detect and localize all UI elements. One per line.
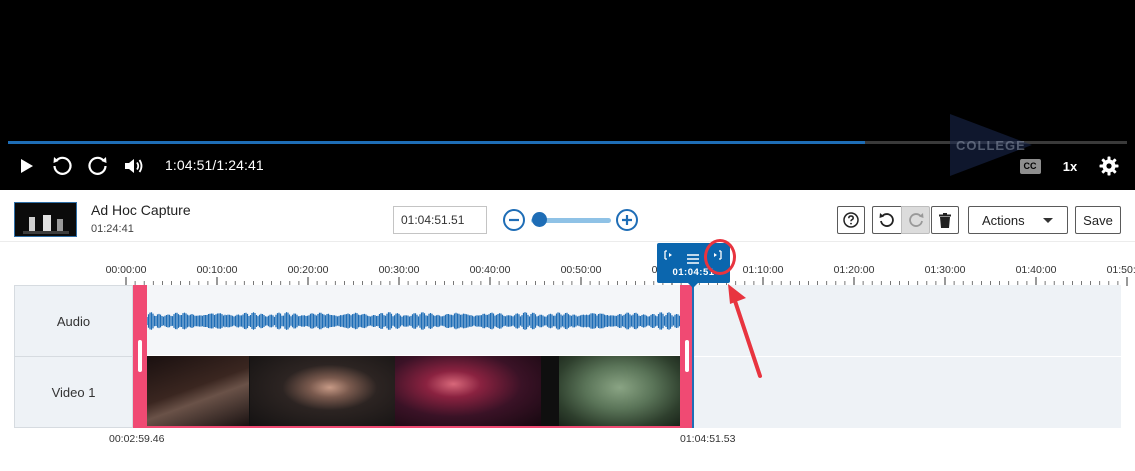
- progress-fill: [8, 141, 866, 144]
- ruler-tick-label: 00:10:00: [196, 264, 238, 276]
- zoom-out-button[interactable]: [502, 208, 526, 232]
- playback-speed-button[interactable]: 1x: [1058, 156, 1082, 176]
- forward-button[interactable]: [85, 153, 111, 179]
- ruler-tick-label: 00:50:00: [560, 264, 602, 276]
- zoom-slider-thumb[interactable]: [532, 212, 547, 227]
- editor-toolbar: Ad Hoc Capture 01:24:41 Actions: [0, 190, 1135, 242]
- delete-button[interactable]: [931, 206, 959, 234]
- mark-in-icon: [664, 250, 672, 260]
- forward-icon: [88, 156, 107, 175]
- selected-clip[interactable]: [133, 285, 694, 428]
- volume-icon: [125, 159, 143, 173]
- settings-button[interactable]: [1097, 154, 1121, 178]
- ruler-tick-label: 01:30:00: [924, 264, 966, 276]
- video-player[interactable]: 1:04:51/1:24:41 COLLEGE CC 1x: [0, 0, 1135, 190]
- mark-in-button[interactable]: [664, 250, 676, 262]
- redo-icon: [908, 213, 923, 227]
- video-frame: [250, 356, 395, 426]
- app-root: 1:04:51/1:24:41 COLLEGE CC 1x Ad Hoc Cap…: [0, 0, 1135, 471]
- clip-start-time: 00:02:59.46: [109, 433, 165, 445]
- redo-button[interactable]: [901, 206, 930, 234]
- rewind-button[interactable]: [49, 153, 75, 179]
- timecode-input[interactable]: [393, 206, 487, 234]
- rewind-icon: [53, 156, 72, 175]
- help-button[interactable]: [837, 206, 865, 234]
- actions-dropdown[interactable]: Actions: [968, 206, 1068, 234]
- menu-icon: [687, 254, 699, 264]
- actions-label: Actions: [982, 212, 1025, 228]
- waveform-graphic: [146, 312, 681, 330]
- video-filmstrip: [147, 356, 680, 426]
- ruler-tick-label: 01:40:00: [1015, 264, 1057, 276]
- capture-thumbnail: [14, 202, 77, 237]
- annotation-circle: [704, 239, 736, 275]
- playhead-pointer: [687, 282, 699, 288]
- zoom-in-button[interactable]: [615, 208, 639, 232]
- ruler-tick-label: 00:40:00: [469, 264, 511, 276]
- gear-icon: [1099, 156, 1119, 176]
- playhead-menu-button[interactable]: [686, 251, 700, 264]
- play-button[interactable]: [16, 154, 38, 178]
- audio-waveform: [146, 285, 681, 355]
- plus-circle-icon: [616, 209, 638, 231]
- clip-end-handle[interactable]: [685, 340, 689, 372]
- time-display: 1:04:51/1:24:41: [165, 157, 264, 173]
- ruler-tick-label: 01:50:00: [1106, 264, 1135, 276]
- playhead-line[interactable]: [692, 285, 694, 428]
- trash-icon: [939, 212, 951, 228]
- ruler-tick-label: 01:10:00: [742, 264, 784, 276]
- ruler-tick-label: 00:20:00: [287, 264, 329, 276]
- question-circle-icon: [843, 212, 859, 228]
- video-frame: [559, 356, 680, 426]
- clip-start-handle[interactable]: [138, 340, 142, 372]
- annotation-arrow: [728, 284, 762, 378]
- track-list: Audio Video 1: [14, 285, 1121, 428]
- undo-button[interactable]: [872, 206, 901, 234]
- save-button[interactable]: Save: [1075, 206, 1121, 234]
- caret-down-icon: [1043, 217, 1053, 223]
- video-frame: [395, 356, 541, 426]
- waveform-path: [146, 312, 681, 330]
- volume-button[interactable]: [121, 153, 147, 179]
- capture-duration: 01:24:41: [91, 223, 134, 235]
- capture-title: Ad Hoc Capture: [91, 202, 191, 218]
- closed-captions-button[interactable]: CC: [1018, 156, 1042, 176]
- watermark-text: COLLEGE: [956, 138, 1026, 153]
- cc-icon: CC: [1019, 158, 1041, 174]
- track-label-video: Video 1: [14, 356, 133, 428]
- video-frame: [541, 356, 559, 426]
- video-frame: [147, 356, 249, 426]
- minus-circle-icon: [503, 209, 525, 231]
- timeline[interactable]: 00:00:00 00:10:00 00:20:00 00:30:00 00:40:00…: [0, 242, 1135, 471]
- ruler-tick-label: 00:00:00: [105, 264, 147, 276]
- track-label-audio: Audio: [14, 285, 133, 357]
- ruler-tick-label: 01:20:00: [833, 264, 875, 276]
- undo-icon: [879, 213, 894, 227]
- zoom-control: [501, 208, 641, 232]
- clip-end-time: 01:04:51.53: [680, 433, 736, 445]
- play-icon: [21, 159, 33, 173]
- ruler-tick-label: 00:30:00: [378, 264, 420, 276]
